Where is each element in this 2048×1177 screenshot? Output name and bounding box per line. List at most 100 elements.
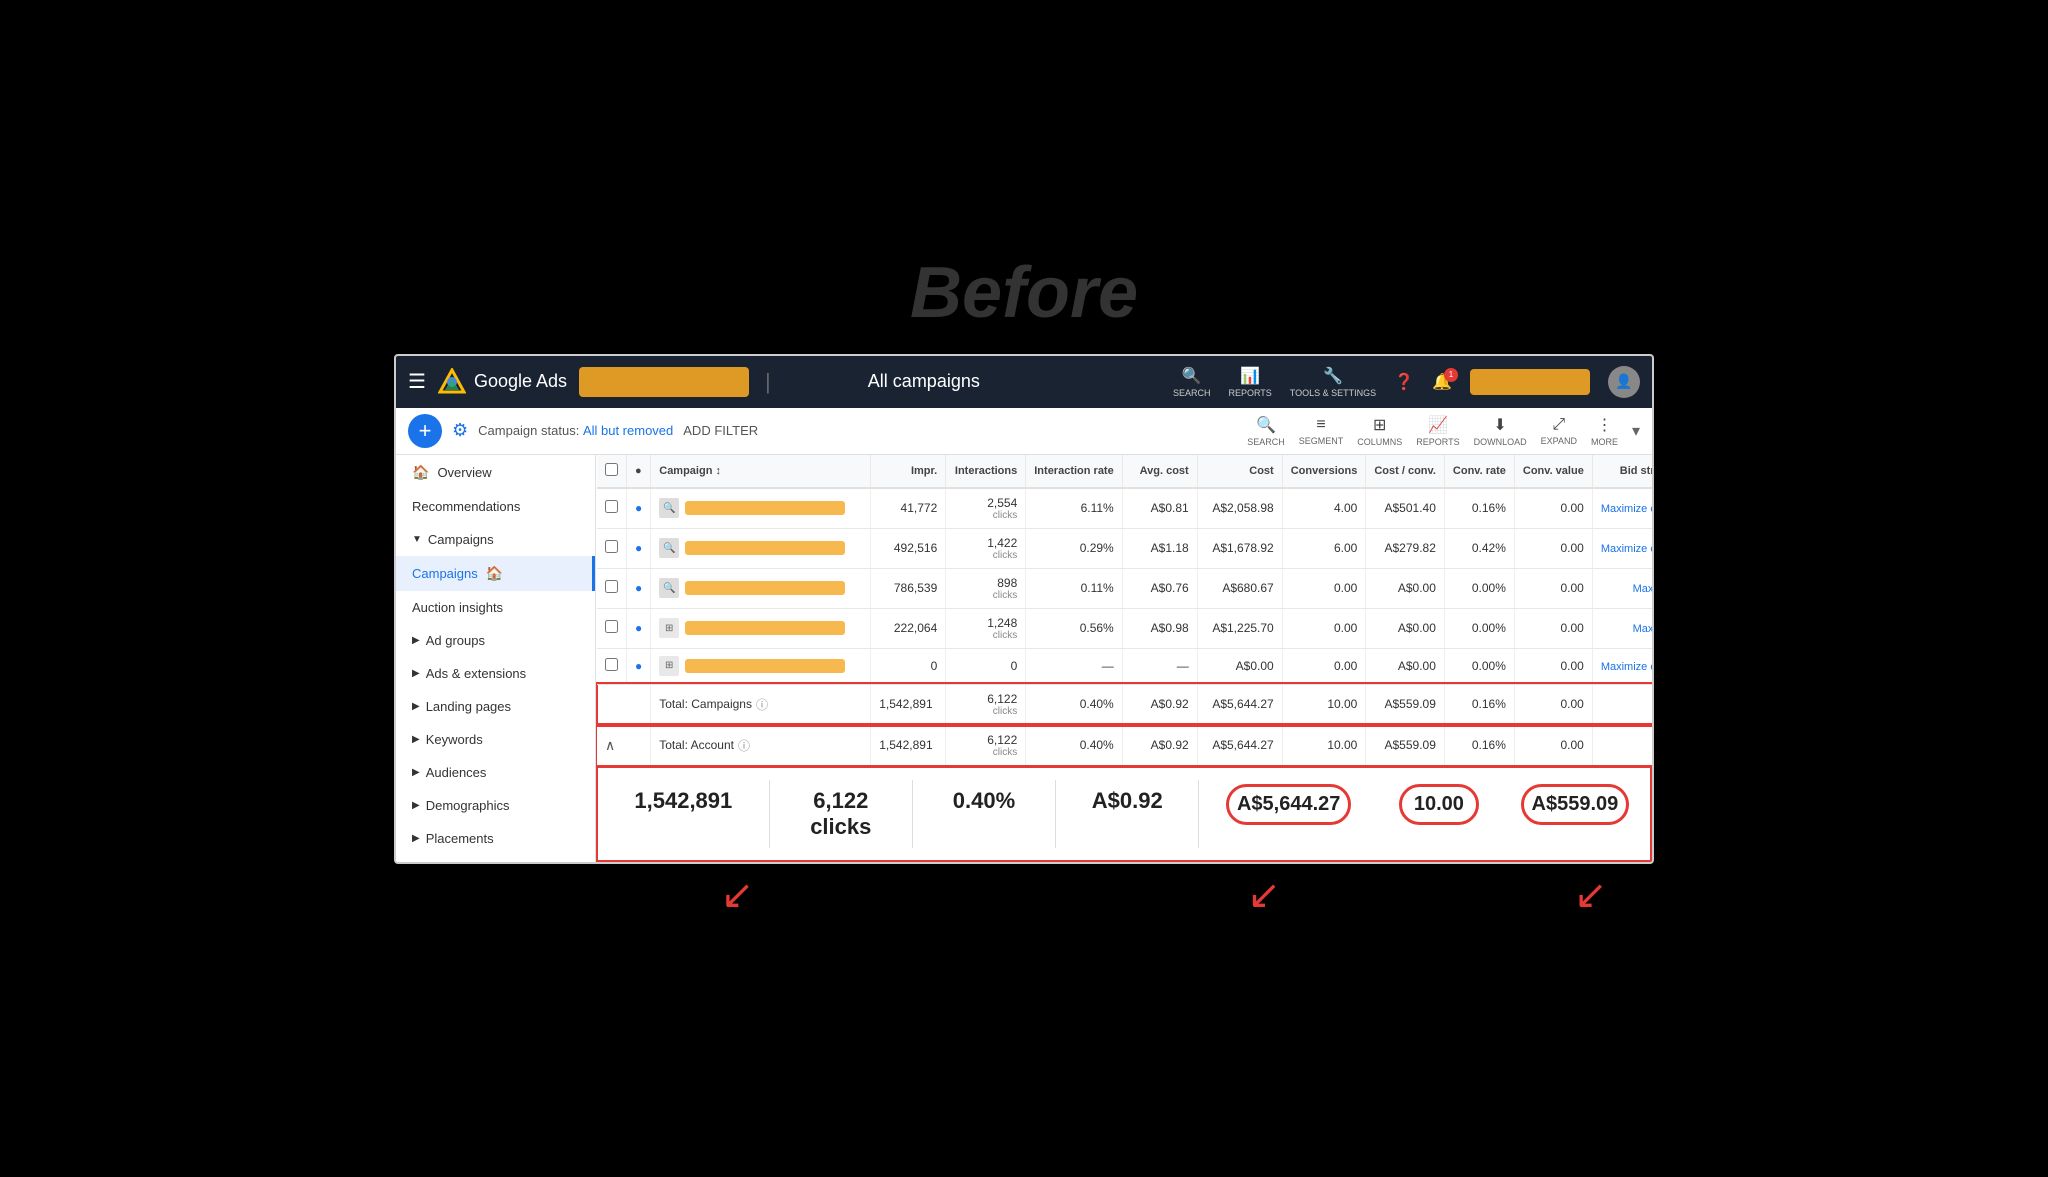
notification-badge: 1	[1444, 368, 1458, 382]
total-account-cost-conv: A$559.09	[1366, 725, 1445, 766]
row5-campaign-name[interactable]: ⊞	[651, 648, 871, 684]
sidebar-group-adgroups[interactable]: ▶ Ad groups	[396, 624, 595, 657]
row3-check[interactable]	[605, 580, 618, 593]
nav-search-blurred[interactable]	[579, 367, 749, 397]
row4-status[interactable]: ●	[627, 608, 651, 648]
header-conversions[interactable]: Conversions	[1282, 455, 1366, 488]
sidebar-audiences-label: Audiences	[426, 765, 487, 780]
header-interactions[interactable]: Interactions	[946, 455, 1026, 488]
search-nav-btn[interactable]: 🔍 SEARCH	[1173, 366, 1211, 398]
row2-conv-val: 0.00	[1514, 528, 1592, 568]
header-cost[interactable]: Cost	[1197, 455, 1282, 488]
sidebar-group-landing[interactable]: ▶ Landing pages	[396, 690, 595, 723]
header-checkbox[interactable]	[597, 455, 627, 488]
row1-check[interactable]	[605, 500, 618, 513]
row2-checkbox[interactable]	[597, 528, 627, 568]
row1-status[interactable]: ●	[627, 488, 651, 529]
columns-toolbar-icon: ⊞	[1373, 415, 1386, 435]
select-all-checkbox[interactable]	[605, 463, 618, 476]
filter-value[interactable]: All but removed	[583, 423, 673, 438]
row5-interactions: 0	[946, 648, 1026, 684]
header-cost-conv[interactable]: Cost / conv.	[1366, 455, 1445, 488]
row1-inter-sub: clicks	[993, 510, 1017, 521]
toolbar-dropdown-icon[interactable]: ▾	[1632, 421, 1640, 441]
row1-bid[interactable]: Maximize conversions	[1592, 488, 1652, 529]
table-wrapper: ● Campaign ↕ Impr. Interactions Interact…	[596, 455, 1652, 862]
sidebar-group-placements[interactable]: ▶ Placements	[396, 822, 595, 855]
segment-toolbar-btn[interactable]: ≡ SEGMENT	[1299, 416, 1344, 446]
sidebar-item-auction-insights[interactable]: Auction insights	[396, 591, 595, 624]
add-button[interactable]: +	[408, 414, 442, 448]
row2-bid[interactable]: Maximize conversions	[1592, 528, 1652, 568]
help-nav-btn[interactable]: ❓	[1394, 372, 1414, 392]
header-conv-value[interactable]: Conv. value	[1514, 455, 1592, 488]
anno-cost-conv-wrapper: A$559.09	[1500, 780, 1650, 848]
row5-status[interactable]: ●	[627, 648, 651, 684]
expand-toolbar-btn[interactable]: ⤢ EXPAND	[1541, 416, 1577, 446]
sidebar-group-keywords[interactable]: ▶ Keywords	[396, 723, 595, 756]
sidebar-group-ads[interactable]: ▶ Ads & extensions	[396, 657, 595, 690]
notification-btn[interactable]: 🔔 1	[1432, 372, 1452, 392]
sidebar-item-recommendations[interactable]: Recommendations	[396, 490, 595, 523]
arrow-clicks: ↙	[721, 872, 755, 918]
add-filter-button[interactable]: ADD FILTER	[683, 423, 758, 438]
row5-checkbox[interactable]	[597, 648, 627, 684]
total-account-conv: 10.00	[1282, 725, 1366, 766]
row3-checkbox[interactable]	[597, 568, 627, 608]
row1-checkbox[interactable]	[597, 488, 627, 529]
sidebar-group-demographics[interactable]: ▶ Demographics	[396, 789, 595, 822]
filter-icon[interactable]: ⚙	[452, 420, 468, 441]
header-impr[interactable]: Impr.	[871, 455, 946, 488]
row4-check[interactable]	[605, 620, 618, 633]
row2-avg-cost: A$1.18	[1122, 528, 1197, 568]
row2-status[interactable]: ●	[627, 528, 651, 568]
row3-status[interactable]: ●	[627, 568, 651, 608]
total-campaigns-rate: 0.40%	[1026, 684, 1122, 725]
sidebar-item-overview[interactable]: 🏠 Overview	[396, 455, 595, 490]
sidebar-group-audiences[interactable]: ▶ Audiences	[396, 756, 595, 789]
row2-campaign-blur	[685, 541, 845, 555]
row3-cost: A$680.67	[1197, 568, 1282, 608]
search-toolbar-btn[interactable]: 🔍 SEARCH	[1247, 415, 1285, 447]
row4-campaign-name[interactable]: ⊞	[651, 608, 871, 648]
row4-checkbox[interactable]	[597, 608, 627, 648]
more-toolbar-btn[interactable]: ⋮ MORE	[1591, 415, 1618, 447]
table-row: ● ⊞ 222,064 1,2	[597, 608, 1652, 648]
sidebar-item-campaigns[interactable]: Campaigns 🏠	[396, 556, 595, 591]
campaigns-table: ● Campaign ↕ Impr. Interactions Interact…	[596, 455, 1652, 766]
sidebar-campaigns-group-label: Campaigns	[428, 532, 494, 547]
row4-conv-rate: 0.00%	[1444, 608, 1514, 648]
row3-bid[interactable]: Maximize clicks	[1592, 568, 1652, 608]
sidebar-landing-label: Landing pages	[426, 699, 511, 714]
tools-nav-btn[interactable]: 🔧 TOOLS & SETTINGS	[1290, 366, 1376, 398]
row4-bid[interactable]: Maximize clicks	[1592, 608, 1652, 648]
row2-campaign-name[interactable]: 🔍	[651, 528, 871, 568]
hamburger-icon[interactable]: ☰	[408, 369, 426, 394]
page-wrapper: Before ☰ Google Ads | All campaigns 🔍	[0, 0, 2048, 1177]
row5-check[interactable]	[605, 658, 618, 671]
avatar[interactable]: 👤	[1608, 366, 1640, 398]
row5-bid[interactable]: Maximize conversions	[1592, 648, 1652, 684]
row3-conv-rate: 0.00%	[1444, 568, 1514, 608]
row3-campaign-name[interactable]: 🔍	[651, 568, 871, 608]
total-account-bid	[1592, 725, 1652, 766]
row1-campaign-name[interactable]: 🔍	[651, 488, 871, 529]
header-campaign[interactable]: Campaign ↕	[651, 455, 871, 488]
reports-toolbar-btn[interactable]: 📈 REPORTS	[1416, 415, 1459, 447]
header-avg-cost[interactable]: Avg. cost	[1122, 455, 1197, 488]
header-conv-rate[interactable]: Conv. rate	[1444, 455, 1514, 488]
reports-nav-btn[interactable]: 📊 REPORTS	[1228, 366, 1271, 398]
header-bid-strategy[interactable]: Bid strategy type	[1592, 455, 1652, 488]
table-row: ● 🔍 41,772 2,5	[597, 488, 1652, 529]
total-campaigns-help[interactable]: ⓘ	[756, 696, 768, 713]
header-interaction-rate[interactable]: Interaction rate	[1026, 455, 1122, 488]
arrow-cost: ↙	[1247, 872, 1281, 918]
columns-toolbar-btn[interactable]: ⊞ COLUMNS	[1357, 415, 1402, 447]
total-account-help[interactable]: ⓘ	[738, 737, 750, 754]
row2-inter-val: 1,422	[987, 536, 1017, 550]
row2-check[interactable]	[605, 540, 618, 553]
sidebar-group-campaigns[interactable]: ▼ Campaigns	[396, 523, 595, 556]
download-toolbar-btn[interactable]: ⬇ DOWNLOAD	[1474, 415, 1527, 447]
row2-campaign-icon: 🔍	[659, 538, 679, 558]
row5-avg-cost: —	[1122, 648, 1197, 684]
